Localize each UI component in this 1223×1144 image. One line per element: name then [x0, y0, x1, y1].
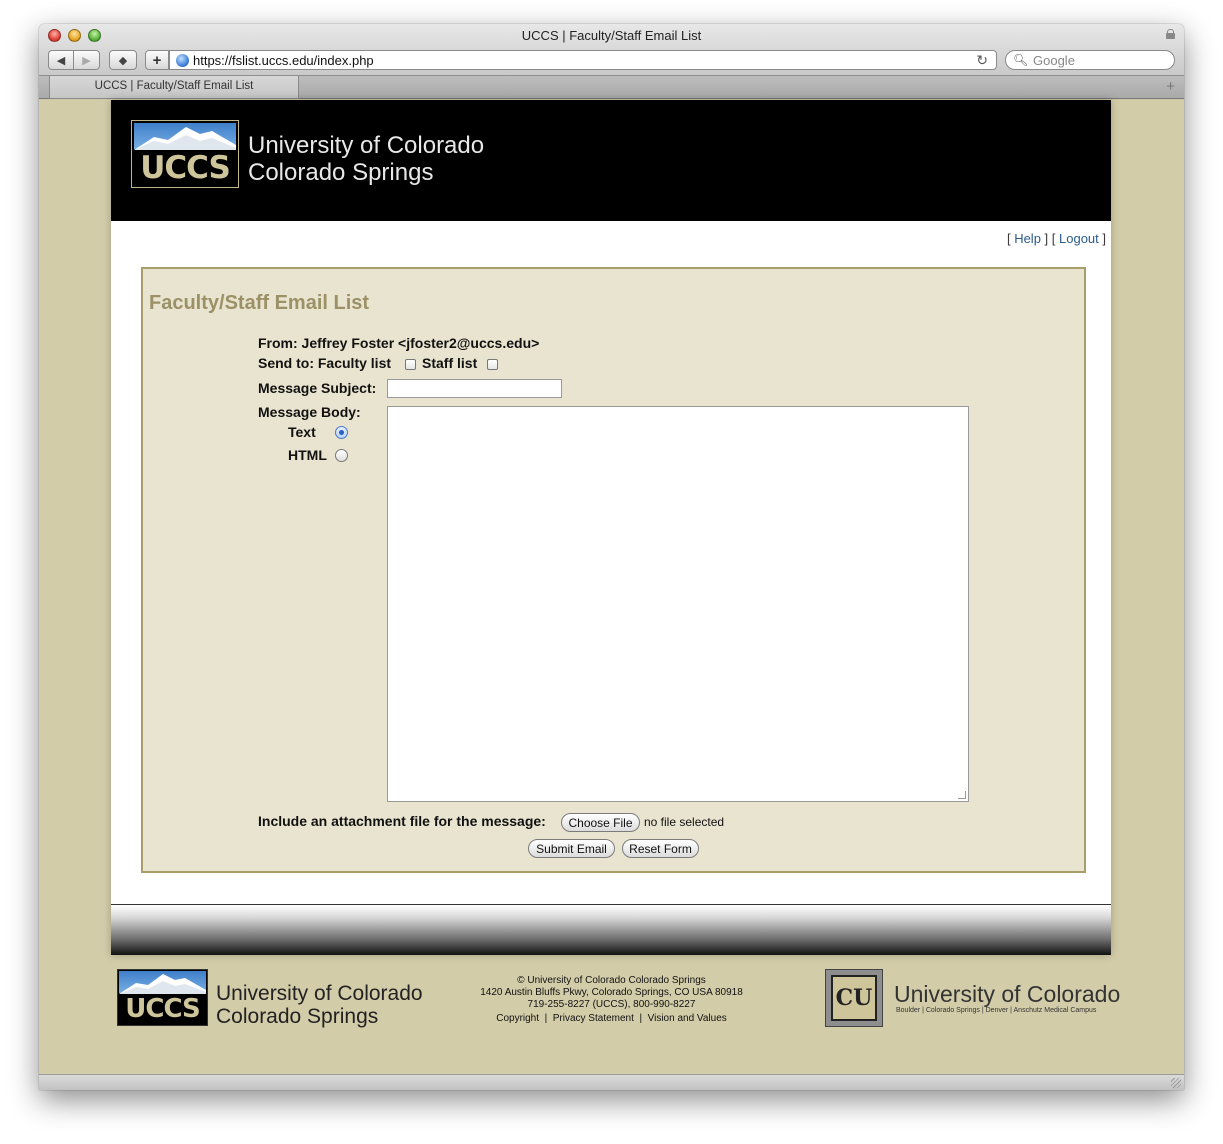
footer-uccs-logo[interactable]: UCCS	[117, 969, 208, 1026]
footer-phone: 719-255-8227 (UCCS), 800-990-8227	[527, 999, 696, 1010]
url-text: https://fslist.uccs.edu/index.php	[193, 53, 374, 68]
form-title: Faculty/Staff Email List	[149, 292, 370, 314]
cu-campuses: Boulder | Colorado Springs | Denver | An…	[896, 1007, 1097, 1014]
footer-mountain-icon	[119, 974, 206, 994]
university-name: University of Colorado Colorado Springs	[248, 132, 484, 186]
university-name-line2: Colorado Springs	[248, 159, 434, 186]
staff-list-checkbox[interactable]	[487, 359, 498, 370]
snapback-button[interactable]: ◆	[109, 50, 137, 70]
browser-window: UCCS | Faculty/Staff Email List ◀ ▶ ◆ + …	[39, 24, 1184, 1090]
subject-input[interactable]	[387, 379, 562, 398]
page-container: UCCS University of Colorado Colorado Spr…	[111, 100, 1111, 955]
footer-gradient-band	[111, 905, 1111, 955]
cu-logo[interactable]: CU	[825, 969, 883, 1027]
help-link[interactable]: Help	[1014, 231, 1041, 246]
reload-icon[interactable]: ↻	[976, 52, 988, 69]
site-footer: UCCS University of Colorado Colorado Spr…	[39, 955, 1184, 1074]
site-header: UCCS University of Colorado Colorado Spr…	[111, 100, 1111, 221]
footer-vision-link[interactable]: Vision and Values	[648, 1013, 727, 1024]
footer-contact: © University of Colorado Colorado Spring…	[459, 975, 764, 1025]
send-to-faculty-label: Send to: Faculty list	[258, 355, 392, 371]
footer-copyright: © University of Colorado Colorado Spring…	[517, 975, 706, 986]
footer-name-line1: University of Colorado	[216, 982, 423, 1005]
search-icon: 🔍︎	[1013, 53, 1029, 67]
cu-logo-mark: CU	[831, 975, 877, 1021]
lock-icon	[1166, 29, 1175, 39]
add-bookmark-button[interactable]: +	[145, 50, 169, 70]
footer-address: 1420 Austin Bluffs Pkwy, Colorado Spring…	[480, 987, 743, 998]
forward-button[interactable]: ▶	[74, 50, 100, 70]
window-resize-icon[interactable]	[1171, 1078, 1181, 1088]
browser-toolbar: UCCS | Faculty/Staff Email List ◀ ▶ ◆ + …	[39, 24, 1184, 76]
page-viewport: UCCS University of Colorado Colorado Spr…	[39, 100, 1184, 1074]
reset-form-button[interactable]: Reset Form	[622, 839, 699, 858]
cu-name: University of Colorado	[894, 981, 1121, 1007]
globe-icon	[176, 54, 189, 67]
subject-label: Message Subject:	[258, 380, 377, 396]
window-title: UCCS | Faculty/Staff Email List	[521, 28, 702, 43]
format-text-radio[interactable]	[335, 426, 348, 439]
faculty-list-checkbox[interactable]	[405, 359, 416, 370]
message-body-textarea[interactable]	[387, 406, 969, 802]
search-placeholder: Google	[1033, 53, 1075, 68]
body-label: Message Body:	[258, 404, 361, 420]
from-label: From: Jeffrey Foster <jfoster2@uccs.edu>	[258, 335, 540, 351]
no-file-text: no file selected	[644, 815, 725, 829]
email-form: Faculty/Staff Email List From: Jeffrey F…	[141, 267, 1086, 873]
tab-active[interactable]: UCCS | Faculty/Staff Email List	[49, 76, 299, 99]
nav-buttons: ◀ ▶	[48, 50, 100, 70]
mountain-icon	[134, 127, 236, 150]
footer-university-name: University of Colorado Colorado Springs	[216, 982, 423, 1028]
choose-file-button[interactable]: Choose File	[561, 813, 640, 832]
footer-links: Copyright | Privacy Statement | Vision a…	[496, 1013, 727, 1024]
attachment-label: Include an attachment file for the messa…	[258, 813, 546, 829]
footer-copyright-link[interactable]: Copyright	[496, 1013, 539, 1024]
format-html-radio[interactable]	[335, 449, 348, 462]
resize-grip-icon[interactable]	[958, 791, 966, 799]
search-field[interactable]: 🔍︎ Google	[1005, 50, 1175, 70]
university-name-line1: University of Colorado	[248, 132, 485, 159]
submit-email-button[interactable]: Submit Email	[528, 839, 615, 858]
new-tab-icon[interactable]: +	[1166, 78, 1175, 95]
logo-wordmark: UCCS	[140, 150, 231, 186]
uccs-logo[interactable]: UCCS	[131, 120, 239, 188]
format-html-label: HTML	[288, 447, 327, 463]
footer-privacy-link[interactable]: Privacy Statement	[553, 1013, 634, 1024]
logout-link[interactable]: Logout	[1059, 231, 1099, 246]
leaf-icon: ◆	[118, 54, 128, 67]
tab-bar: UCCS | Faculty/Staff Email List +	[39, 76, 1184, 99]
status-bar	[39, 1074, 1184, 1090]
desktop: UCCS | Faculty/Staff Email List ◀ ▶ ◆ + …	[0, 0, 1223, 1144]
back-button[interactable]: ◀	[48, 50, 74, 70]
footer-name-line2: Colorado Springs	[216, 1005, 379, 1028]
top-links: [ Help ] [ Logout ]	[1006, 231, 1106, 246]
footer-logo-wordmark: UCCS	[125, 994, 200, 1024]
address-bar[interactable]: https://fslist.uccs.edu/index.php ↻	[169, 50, 997, 70]
format-text-label: Text	[288, 424, 316, 440]
staff-list-label: Staff list	[422, 355, 478, 371]
